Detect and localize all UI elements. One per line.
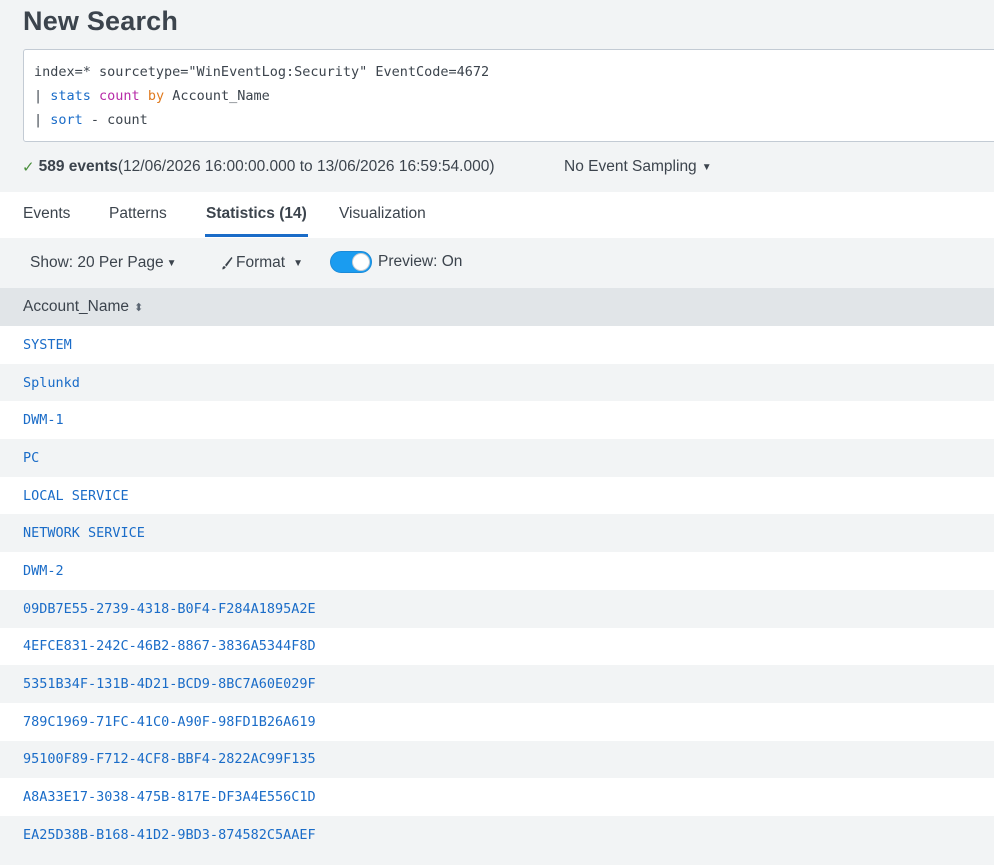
query-line-2: | stats count by Account_Name xyxy=(34,88,270,104)
query-line-1: index=* sourcetype="WinEventLog:Security… xyxy=(34,64,490,80)
time-range: (12/06/2026 16:00:00.000 to 13/06/2026 1… xyxy=(117,158,495,175)
page-title: New Search xyxy=(23,6,179,36)
tab-visualization[interactable]: Visualization xyxy=(339,205,426,237)
table-controls: Show: 20 Per Page ▼ Format ▼ Preview: On xyxy=(0,238,994,288)
caret-down-icon: ▼ xyxy=(701,161,712,173)
per-page-label: Show: 20 Per Page xyxy=(30,254,164,271)
results-tabs: Events Patterns Statistics (14) Visualiz… xyxy=(0,192,994,239)
brush-icon xyxy=(222,257,233,270)
tab-statistics[interactable]: Statistics (14) xyxy=(205,205,308,237)
tab-patterns[interactable]: Patterns xyxy=(109,205,167,237)
table-row[interactable]: 789C1969-71FC-41C0-A90F-98FD1B26A619 xyxy=(0,702,994,741)
table-row[interactable]: DWM-1 xyxy=(0,401,994,440)
search-query-editor[interactable]: index=* sourcetype="WinEventLog:Security… xyxy=(23,49,994,142)
column-header-account-name[interactable]: Account_Name ⬍ xyxy=(0,288,994,326)
table-row[interactable]: A8A33E17-3038-475B-817E-DF3A4E556C1D xyxy=(0,778,994,816)
table-row[interactable]: 09DB7E55-2739-4318-B0F4-F284A1895A2E xyxy=(0,589,994,628)
table-row[interactable]: LOCAL SERVICE xyxy=(0,476,994,515)
per-page-dropdown[interactable]: Show: 20 Per Page ▼ xyxy=(30,252,176,274)
caret-down-icon: ▼ xyxy=(293,257,303,269)
query-line-3: | sort - count xyxy=(34,112,148,128)
preview-label: Preview: On xyxy=(378,253,463,270)
preview-toggle[interactable]: Preview: On xyxy=(330,251,462,273)
table-row[interactable]: SYSTEM xyxy=(0,326,994,364)
table-row[interactable]: DWM-2 xyxy=(0,552,994,590)
job-status: ✓ 589 events (12/06/2026 16:00:00.000 to… xyxy=(22,156,495,178)
tab-events[interactable]: Events xyxy=(23,205,70,237)
table-row[interactable]: NETWORK SERVICE xyxy=(0,514,994,553)
check-icon: ✓ xyxy=(22,159,35,176)
event-count: 589 events xyxy=(38,158,118,175)
event-sampling-dropdown[interactable]: No Event Sampling ▼ xyxy=(564,156,712,178)
format-label: Format xyxy=(236,254,286,271)
format-dropdown[interactable]: Format ▼ xyxy=(221,252,303,274)
toggle-knob xyxy=(352,253,370,271)
table-row[interactable]: Splunkd xyxy=(0,363,994,402)
table-row[interactable]: PC xyxy=(0,439,994,477)
table-row[interactable]: 95100F89-F712-4CF8-BBF4-2822AC99F135 xyxy=(0,740,994,779)
statistics-table: Account_Name ⬍ SYSTEM Splunkd DWM-1 PC L… xyxy=(0,288,994,854)
event-sampling-label: No Event Sampling xyxy=(564,158,697,175)
table-row[interactable]: 4EFCE831-242C-46B2-8867-3836A5344F8D xyxy=(0,627,994,666)
sort-icon[interactable]: ⬍ xyxy=(134,301,143,314)
caret-down-icon: ▼ xyxy=(166,257,177,269)
column-header-label: Account_Name xyxy=(23,298,129,315)
table-row[interactable]: 5351B34F-131B-4D21-BCD9-8BC7A60E029F xyxy=(0,665,994,703)
toggle-switch[interactable] xyxy=(330,251,372,273)
table-row[interactable]: EA25D38B-B168-41D2-9BD3-874582C5AAEF xyxy=(0,815,994,854)
